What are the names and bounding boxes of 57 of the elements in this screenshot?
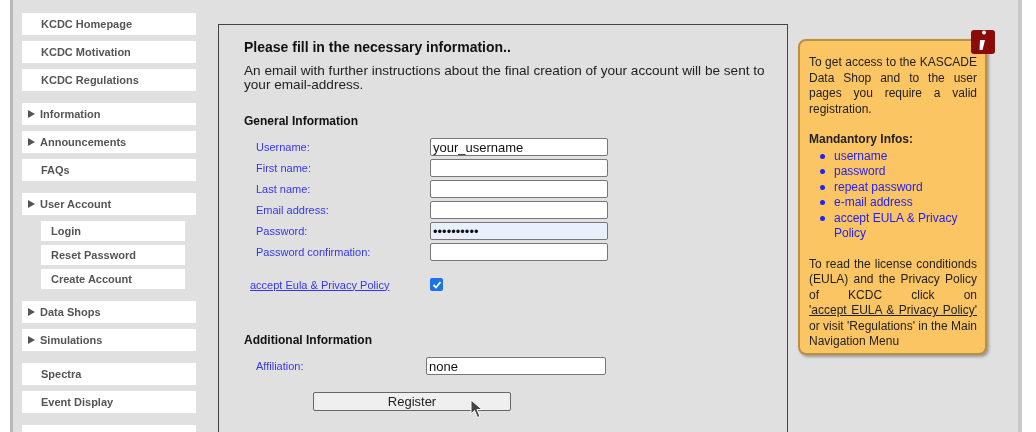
info-text: or visit 'Regulations' in the Main Navigation Menu xyxy=(809,318,977,348)
sidebar-item[interactable]: Simulations xyxy=(22,329,196,351)
bullet-icon xyxy=(820,184,825,190)
info-icon xyxy=(971,30,995,54)
bullet-icon xyxy=(820,153,825,159)
input-field[interactable] xyxy=(430,180,608,198)
form-title: Please fill in the necessary information.. xyxy=(244,39,512,55)
sidebar-item[interactable]: User Account xyxy=(22,193,196,215)
info-text: To get access to the KASCADE Data Shop and to the user pages you require a valid registration. xyxy=(809,55,977,117)
sidebar-item[interactable]: KCDC Motivation xyxy=(22,41,196,63)
sidebar-item[interactable]: KCDC Homepage xyxy=(22,13,196,35)
submenu-item[interactable]: Reset Password xyxy=(41,245,185,265)
input-field[interactable] xyxy=(430,159,608,177)
expand-arrow-icon xyxy=(28,308,35,316)
register-button[interactable]: Register xyxy=(313,392,511,411)
expand-arrow-icon xyxy=(28,110,35,118)
expand-arrow-icon xyxy=(28,138,35,146)
section-heading: Additional Information xyxy=(244,333,373,347)
eula-link[interactable]: accept Eula & Privacy Policy xyxy=(250,278,430,291)
sidebar-item[interactable]: Event Display xyxy=(22,391,196,413)
field-label: Username: xyxy=(256,141,311,153)
sidebar-item[interactable]: FAQs xyxy=(22,159,196,181)
input-field[interactable]: •••••••••• xyxy=(430,222,608,240)
checkbox[interactable] xyxy=(430,278,443,291)
info-heading: Mandantory Infos: xyxy=(809,132,914,148)
list-item: repeat password xyxy=(834,179,923,195)
section-heading: General Information xyxy=(244,114,360,128)
sidebar-item[interactable]: Information xyxy=(22,103,196,125)
sidebar-item[interactable]: Spectra xyxy=(22,363,196,385)
bullet-icon xyxy=(820,200,825,205)
info-text: To read the license conditionds (EULA) and the Privacy Policy of KCDC click on xyxy=(809,256,977,302)
field-label: Email address: xyxy=(256,204,330,216)
input-field[interactable]: none xyxy=(426,357,606,375)
sidebar-item[interactable]: Announcements xyxy=(22,131,196,153)
intro-text: An email with further instructions about the final creation of your account will be sent to your email-address. xyxy=(244,64,766,92)
submenu-item[interactable]: Login xyxy=(41,221,185,241)
list-item: accept EULA & Privacy Policy xyxy=(834,210,959,242)
field-label: First name: xyxy=(256,162,312,174)
bullet-icon xyxy=(820,169,825,174)
sidebar-item[interactable]: Data Shops xyxy=(22,301,196,323)
expand-arrow-icon xyxy=(28,336,35,344)
field-label: Password: xyxy=(256,225,309,237)
input-field[interactable] xyxy=(430,201,608,219)
bullet-icon xyxy=(820,215,825,221)
input-field[interactable]: your_username xyxy=(430,138,608,156)
mouse-cursor-icon xyxy=(470,399,484,419)
sidebar-item[interactable]: KCDC Regulations xyxy=(22,69,196,91)
eula-link[interactable]: 'accept EULA & Privacy Policy' xyxy=(809,303,977,317)
submenu-item[interactable]: Create Account xyxy=(41,269,185,289)
list-item: password xyxy=(834,164,886,180)
field-label: Affiliation: xyxy=(256,360,305,372)
field-label: Last name: xyxy=(256,183,312,195)
input-field[interactable] xyxy=(430,243,608,261)
list-item: e-mail address xyxy=(834,195,913,211)
field-label: Password confirmation: xyxy=(256,246,372,258)
list-item: username xyxy=(834,148,888,164)
expand-arrow-icon xyxy=(28,200,35,208)
